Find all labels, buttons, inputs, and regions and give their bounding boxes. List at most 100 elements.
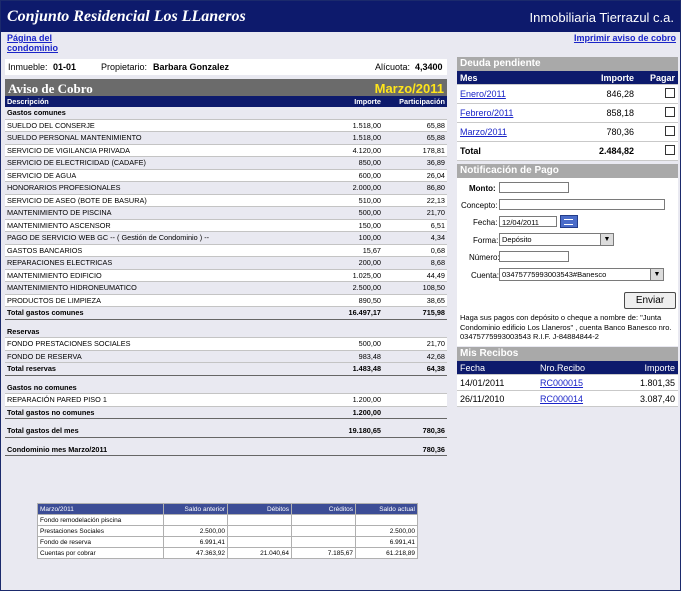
recibo-row: 26/11/2010 RC000014 3.087,40 (457, 390, 678, 407)
inmueble-label: Inmueble: (8, 62, 48, 72)
summary-cell: Fondo de reserva (37, 536, 164, 548)
row-participacion: 65,88 (383, 119, 447, 132)
row-importe: 600,00 (295, 169, 383, 182)
recibo-nro: RC000015 (537, 374, 617, 391)
row-desc: MANTENIMIENTO EDIFICIO (5, 269, 295, 282)
summary-row: Prestaciones Sociales 2.500,00 2.500,00 (37, 525, 418, 537)
row-desc: SERVICIO DE ASEO (BOTE DE BASURA) (5, 194, 295, 207)
summary-header: Marzo/2011 Saldo anterior Débitos Créditos S… (37, 503, 418, 515)
table-row: REPARACIÓN PARED PISO 1 1.200,00 (5, 393, 447, 407)
summary-cell: Cuentas por cobrar (37, 547, 164, 559)
total-participacion: 780,36 (383, 425, 447, 438)
aviso-table: Descripción Importe Participación Gastos co… (5, 96, 447, 456)
summary-cell (227, 514, 292, 526)
recibo-nro-link[interactable]: RC000014 (540, 394, 583, 404)
row-importe: 1.518,00 (295, 131, 383, 145)
row-desc: SERVICIO DE ELECTRICIDAD (CADAFE) (5, 156, 295, 170)
blank-cell (383, 107, 447, 120)
summary-cell: 47.363,92 (163, 547, 228, 559)
deuda-importe: 846,28 (567, 84, 637, 104)
deuda-importe: 858,18 (567, 103, 637, 123)
deuda-mes-link[interactable]: Febrero/2011 (460, 108, 513, 118)
numero-input[interactable] (499, 251, 569, 262)
alicuota-label: Alícuota: (375, 62, 411, 72)
pagar-checkbox[interactable] (665, 126, 675, 136)
monto-input[interactable] (499, 182, 569, 193)
table-row: MANTENIMIENTO ASCENSOR 150,00 6,51 (5, 219, 447, 232)
condo-title: Conjunto Residencial Los LLaneros (7, 8, 246, 25)
concepto-input[interactable] (499, 199, 665, 210)
pago-form: Monto: Concepto: Fecha: 12/04/2011 Forma… (457, 178, 678, 292)
row-desc: SUELDO PERSONAL MANTENIMIENTO (5, 131, 295, 145)
row-importe: 510,00 (295, 194, 383, 207)
cuenta-label: Cuenta: (471, 271, 500, 280)
table-row: SERVICIO DE ASEO (BOTE DE BASURA) 510,00 2… (5, 194, 447, 207)
row-participacion: 4,34 (383, 231, 447, 245)
cuenta-value: 03475775993003543#Banesco (502, 270, 607, 279)
app-header: Conjunto Residencial Los LLaneros Inmobi… (1, 1, 680, 32)
row-participacion: 22,13 (383, 194, 447, 207)
col-importe: Importe (295, 96, 383, 107)
inmueble-value: 01-01 (53, 62, 77, 72)
deuda-row: Enero/2011 846,28 (457, 84, 678, 104)
blank-cell (295, 381, 383, 394)
pagar-checkbox[interactable] (665, 88, 675, 98)
deuda-mes: Febrero/2011 (457, 103, 567, 123)
summary-cell: 61.218,89 (355, 547, 418, 559)
deuda-mes: Enero/2011 (457, 84, 567, 104)
table-row: MANTENIMIENTO HIDRONEUMATICO 2.500,00 108,… (5, 281, 447, 295)
pagar-checkbox[interactable] (665, 107, 675, 117)
deuda-table: Mes Importe Pagar Enero/2011 846,28 Febrero/2… (457, 71, 678, 161)
row-participacion: 108,50 (383, 281, 447, 295)
home-link[interactable]: Página del condominio (7, 33, 77, 53)
summary-cell (291, 525, 356, 537)
summary-cell: 21.040,64 (227, 547, 292, 559)
deuda-total: Total 2.484,82 (457, 141, 678, 161)
recibo-nro: RC000014 (537, 390, 617, 407)
pagar-all-checkbox[interactable] (665, 145, 675, 155)
row-importe: 200,00 (295, 256, 383, 270)
summary-cell: 7.185,67 (291, 547, 356, 559)
row-importe: 850,00 (295, 156, 383, 170)
print-link[interactable]: Imprimir aviso de cobro (566, 33, 676, 43)
col-importe: Importe (567, 71, 637, 85)
row-participacion: 38,65 (383, 294, 447, 307)
section-total: Total gastos comunes 16.497,17 715,98 (5, 306, 447, 320)
blank-cell (295, 107, 383, 120)
cuenta-select[interactable]: 03475775993003543#Banesco ▼ (499, 268, 664, 281)
fecha-input[interactable]: 12/04/2011 (499, 216, 557, 227)
row-participacion: 86,80 (383, 181, 447, 195)
recibos-table: Fecha Nro.Recibo Importe 14/01/2011 RC000015… (457, 361, 678, 407)
aviso-section: Aviso de Cobro Marzo/2011 Descripción Imp… (5, 79, 447, 456)
row-importe: 500,00 (295, 206, 383, 220)
deuda-total-label: Total (457, 141, 567, 161)
pago-title: Notificación de Pago (457, 164, 678, 178)
total-participacion: 715,98 (383, 306, 447, 320)
summary-col: Marzo/2011 (37, 503, 164, 515)
col-descripcion: Descripción (5, 96, 295, 107)
forma-select[interactable]: Depósito ▼ (499, 233, 614, 246)
calendar-icon[interactable] (560, 215, 578, 228)
section-title: Reservas (5, 325, 447, 338)
deuda-mes-link[interactable]: Marzo/2011 (460, 127, 507, 137)
total-importe: 16.497,17 (295, 306, 383, 320)
total-importe: 1.483,48 (295, 362, 383, 376)
table-row: REPARACIONES ELECTRICAS 200,00 8,68 (5, 256, 447, 270)
enviar-button[interactable]: Enviar (624, 292, 676, 309)
forma-value: Depósito (502, 235, 532, 244)
deuda-mes-link[interactable]: Enero/2011 (460, 89, 506, 99)
summary-cell: Prestaciones Sociales (37, 525, 164, 537)
aviso-title: Aviso de Cobro (8, 81, 93, 96)
recibo-nro-link[interactable]: RC000015 (540, 378, 583, 388)
table-header: Descripción Importe Participación (5, 96, 447, 107)
deuda-total-value: 2.484,82 (567, 141, 637, 161)
row-importe: 1.200,00 (295, 393, 383, 407)
grand-total: Total gastos del mes 19.180,65 780,36 (5, 425, 447, 438)
row-desc: FONDO DE RESERVA (5, 350, 295, 363)
chevron-down-icon: ▼ (600, 234, 613, 245)
row-importe: 2.000,00 (295, 181, 383, 195)
section-total: Total gastos no comunes 1.200,00 (5, 406, 447, 419)
total-importe: 1.200,00 (295, 406, 383, 419)
owner-label: Propietario: (101, 62, 148, 72)
section-title-cell: Reservas (5, 325, 295, 338)
